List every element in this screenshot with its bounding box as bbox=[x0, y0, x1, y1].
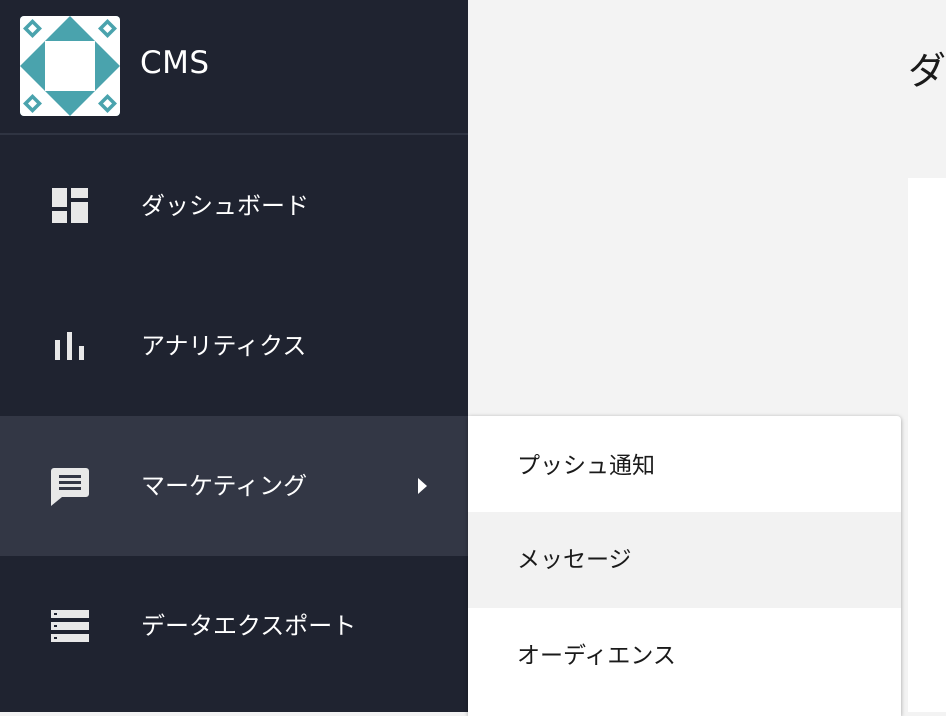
sidebar-item-label: アナリティクス bbox=[141, 332, 307, 360]
submenu-item-label: プッシュ通知 bbox=[517, 453, 655, 479]
sidebar: CMS ダッシュボード アナリティクス マーケティング データエクスポート bbox=[0, 0, 468, 712]
chevron-right-icon bbox=[418, 478, 427, 494]
submenu-item-audience[interactable]: オーディエンス bbox=[468, 608, 901, 704]
logo-pattern-icon bbox=[20, 16, 120, 116]
storage-icon bbox=[51, 610, 89, 642]
submenu-item-message[interactable]: メッセージ bbox=[468, 512, 901, 608]
page-title: ダ bbox=[908, 49, 946, 93]
sidebar-item-label: ダッシュボード bbox=[141, 192, 309, 220]
content-card bbox=[908, 178, 946, 712]
sidebar-item-data-export[interactable]: データエクスポート bbox=[0, 556, 468, 696]
sidebar-item-label: データエクスポート bbox=[141, 612, 357, 640]
submenu-item-label: オーディエンス bbox=[517, 643, 676, 669]
app-logo[interactable] bbox=[20, 16, 120, 116]
submenu-item-push-notification[interactable]: プッシュ通知 bbox=[468, 418, 901, 514]
app-name: CMS bbox=[140, 45, 210, 81]
dashboard-icon bbox=[52, 188, 88, 223]
message-icon bbox=[51, 468, 89, 506]
marketing-submenu: プッシュ通知 メッセージ オーディエンス bbox=[468, 416, 901, 716]
sidebar-item-dashboard[interactable]: ダッシュボード bbox=[0, 136, 468, 276]
submenu-item-label: メッセージ bbox=[517, 547, 632, 573]
sidebar-item-analytics[interactable]: アナリティクス bbox=[0, 276, 468, 416]
sidebar-item-label: マーケティング bbox=[141, 472, 308, 500]
bar-chart-icon bbox=[55, 332, 84, 360]
sidebar-item-marketing[interactable]: マーケティング bbox=[0, 416, 468, 556]
brand-header: CMS bbox=[0, 0, 468, 135]
